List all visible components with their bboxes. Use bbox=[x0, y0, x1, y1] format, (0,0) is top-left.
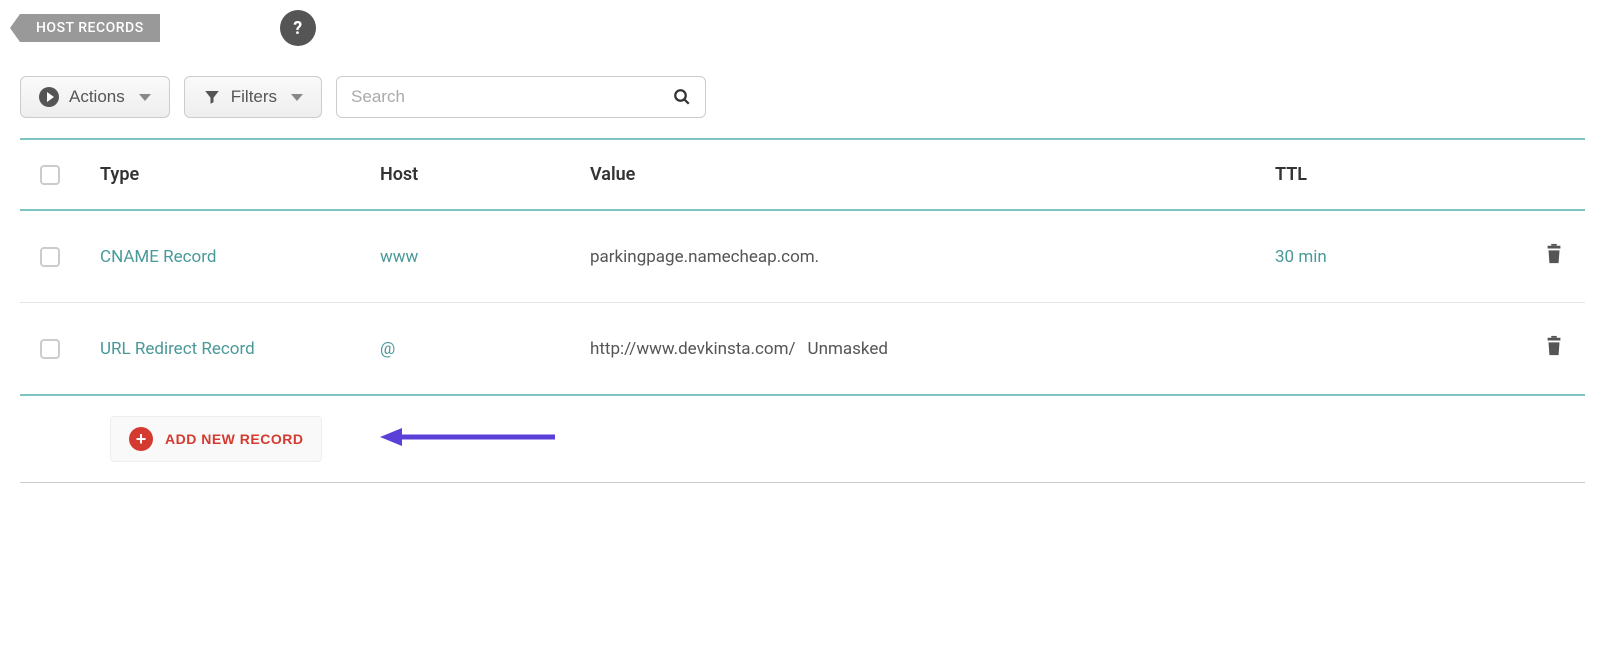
host-records-tab[interactable]: HOST RECORDS bbox=[20, 14, 160, 42]
row-checkbox[interactable] bbox=[40, 247, 60, 267]
play-icon bbox=[39, 87, 59, 107]
add-new-record-button[interactable]: + ADD NEW RECORD bbox=[110, 416, 322, 462]
records-table: Type Host Value TTL CNAME Record www par… bbox=[20, 138, 1585, 396]
record-value[interactable]: parkingpage.namecheap.com. bbox=[590, 247, 1275, 267]
search-box[interactable] bbox=[336, 76, 706, 118]
record-value[interactable]: http://www.devkinsta.com/ Unmasked bbox=[590, 339, 1275, 359]
plus-icon: + bbox=[129, 427, 153, 451]
add-record-label: ADD NEW RECORD bbox=[165, 431, 303, 447]
row-checkbox[interactable] bbox=[40, 339, 60, 359]
select-all-checkbox[interactable] bbox=[40, 165, 60, 185]
actions-label: Actions bbox=[69, 87, 125, 107]
arrow-annotation bbox=[380, 425, 560, 453]
table-row: URL Redirect Record @ http://www.devkins… bbox=[20, 303, 1585, 394]
record-host[interactable]: www bbox=[380, 247, 590, 267]
record-value-extra: Unmasked bbox=[808, 339, 888, 359]
filters-button[interactable]: Filters bbox=[184, 76, 322, 118]
trash-icon[interactable] bbox=[1543, 252, 1565, 272]
filters-label: Filters bbox=[231, 87, 277, 107]
filter-icon bbox=[203, 88, 221, 106]
search-icon[interactable] bbox=[673, 88, 691, 106]
record-host[interactable]: @ bbox=[380, 339, 590, 359]
trash-icon[interactable] bbox=[1543, 344, 1565, 364]
record-value-text: parkingpage.namecheap.com. bbox=[590, 247, 819, 267]
chevron-down-icon bbox=[291, 94, 303, 101]
help-icon[interactable]: ? bbox=[280, 10, 316, 46]
header-host: Host bbox=[380, 164, 590, 185]
add-record-row: + ADD NEW RECORD bbox=[20, 396, 1585, 483]
actions-button[interactable]: Actions bbox=[20, 76, 170, 118]
record-type[interactable]: URL Redirect Record bbox=[100, 339, 380, 359]
chevron-down-icon bbox=[139, 94, 151, 101]
search-input[interactable] bbox=[351, 77, 673, 117]
record-type[interactable]: CNAME Record bbox=[100, 247, 380, 267]
record-ttl[interactable]: 30 min bbox=[1275, 247, 1515, 267]
record-value-text: http://www.devkinsta.com/ bbox=[590, 339, 796, 359]
header-ttl: TTL bbox=[1275, 164, 1515, 185]
table-header: Type Host Value TTL bbox=[20, 140, 1585, 211]
header-value: Value bbox=[590, 164, 1275, 185]
table-row: CNAME Record www parkingpage.namecheap.c… bbox=[20, 211, 1585, 303]
header-type: Type bbox=[100, 164, 380, 185]
